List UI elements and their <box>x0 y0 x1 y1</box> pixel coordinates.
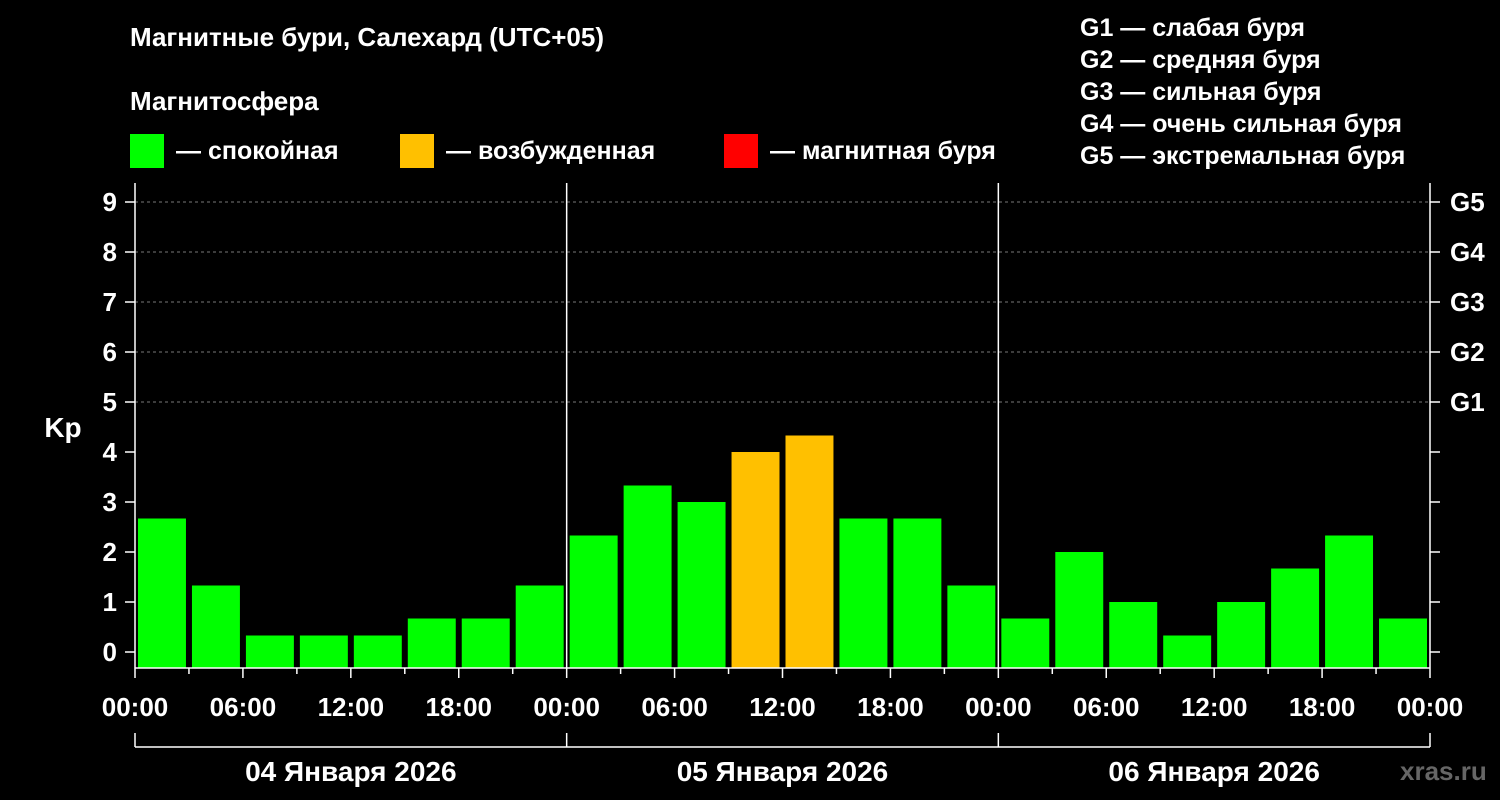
x-tick-label: 06:00 <box>1073 692 1140 722</box>
kp-chart: 0 1 2 3 4 5 6 7 8 9 G1 G2 G3 G4 G5 Kp 00:00 06:00 12:00 18:… <box>44 183 1485 787</box>
kp-bar <box>245 635 294 668</box>
day-label: 06 Января 2026 <box>1108 756 1320 787</box>
kp-bar <box>839 518 888 668</box>
x-tick-label: 00:00 <box>965 692 1032 722</box>
x-tick-label: 18:00 <box>426 692 493 722</box>
y-tick-label: 4 <box>103 437 118 467</box>
y-tick-label: 6 <box>103 337 117 367</box>
kp-bar <box>785 435 834 668</box>
y-tick-label: 9 <box>103 187 117 217</box>
y-tick-label: 3 <box>103 487 117 517</box>
kp-bar <box>515 585 564 668</box>
y-tick-label: 1 <box>103 587 117 617</box>
kp-bar <box>299 635 348 668</box>
kp-bar <box>1379 618 1427 668</box>
y-tick-label: 2 <box>103 537 117 567</box>
kp-bar <box>138 518 186 668</box>
kp-bar <box>1217 602 1266 668</box>
x-tick-label: 12:00 <box>749 692 816 722</box>
x-tick-label: 18:00 <box>857 692 924 722</box>
x-tick-label: 18:00 <box>1289 692 1356 722</box>
kp-bar <box>1109 602 1158 668</box>
y-tick-label: 5 <box>103 387 117 417</box>
kp-bar <box>1271 568 1320 668</box>
watermark: xras.ru <box>1400 756 1487 786</box>
right-tick-label: G3 <box>1450 287 1485 317</box>
kp-bar <box>353 635 402 668</box>
x-tick-label: 12:00 <box>318 692 385 722</box>
kp-bar <box>731 452 780 668</box>
kp-bar <box>893 518 942 668</box>
right-tick-label: G2 <box>1450 337 1485 367</box>
y-tick-label: 7 <box>103 287 117 317</box>
kp-bar <box>947 585 996 668</box>
day-label: 05 Января 2026 <box>677 756 889 787</box>
right-tick-label: G5 <box>1450 187 1485 217</box>
x-tick-label: 06:00 <box>210 692 277 722</box>
kp-bar <box>1163 635 1212 668</box>
y-tick-label: 8 <box>103 237 117 267</box>
right-tick-label: G4 <box>1450 237 1485 267</box>
x-tick-label: 12:00 <box>1181 692 1248 722</box>
day-label: 04 Января 2026 <box>245 756 457 787</box>
x-tick-label: 00:00 <box>102 692 169 722</box>
kp-bar <box>1001 618 1050 668</box>
kp-bar <box>569 535 618 668</box>
y-tick-label: 0 <box>103 637 117 667</box>
kp-bar <box>1055 552 1104 668</box>
kp-bar <box>1325 535 1374 668</box>
x-tick-label: 00:00 <box>1397 692 1464 722</box>
kp-bar <box>623 485 672 668</box>
x-tick-label: 06:00 <box>641 692 708 722</box>
kp-bar <box>461 618 510 668</box>
right-tick-label: G1 <box>1450 387 1485 417</box>
x-tick-label: 00:00 <box>533 692 600 722</box>
kp-bar <box>407 618 456 668</box>
kp-bar <box>677 502 726 668</box>
kp-bar <box>191 585 240 668</box>
y-axis-label: Kp <box>44 412 81 443</box>
